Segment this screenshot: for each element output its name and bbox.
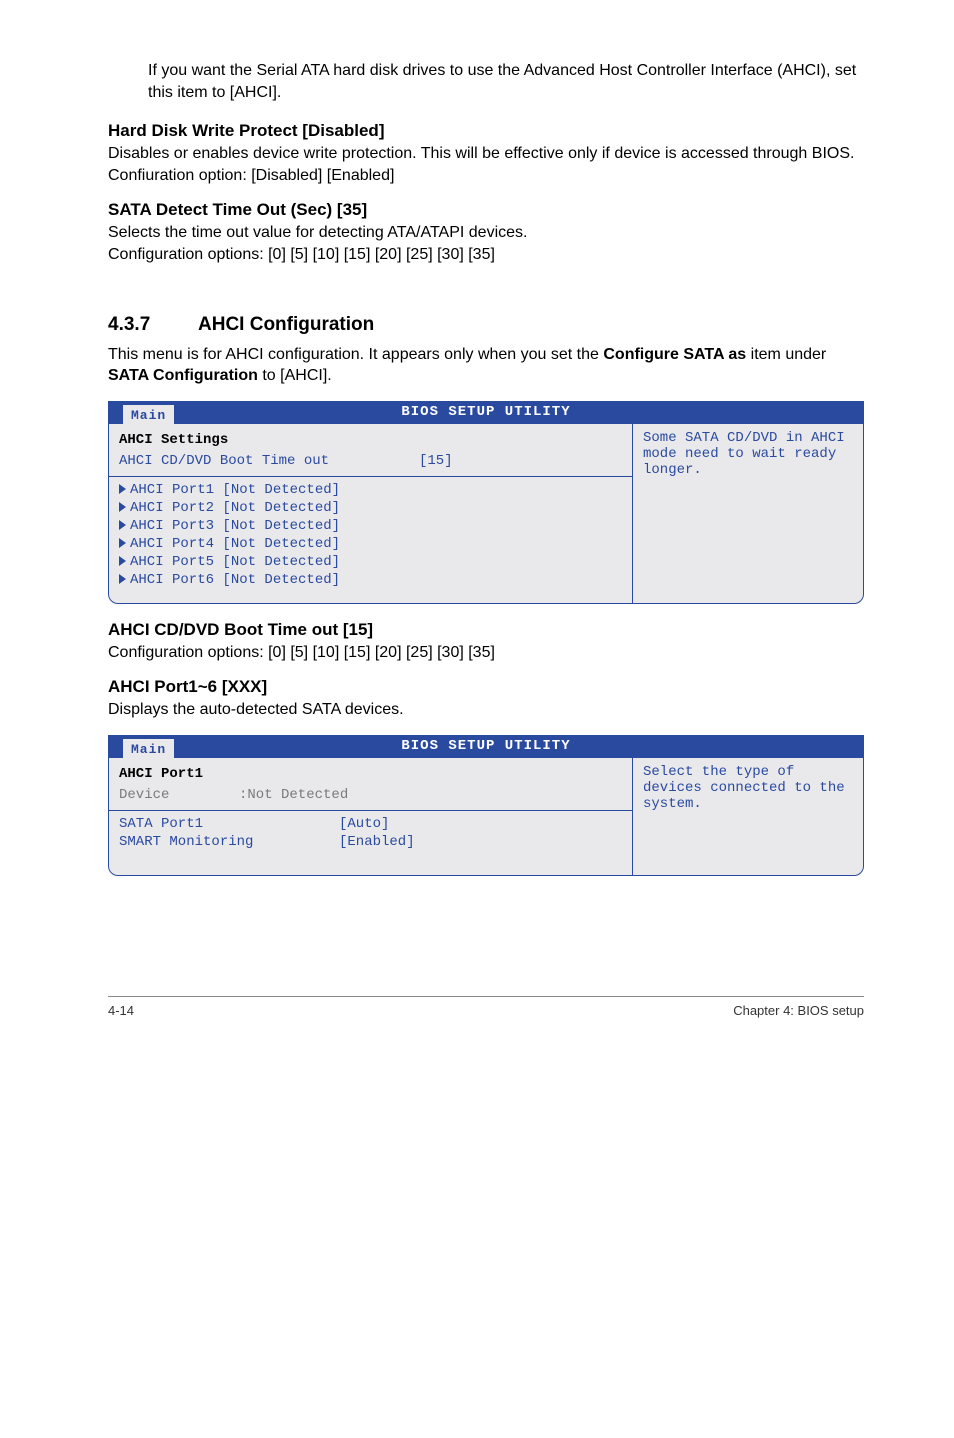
bios-value: [Auto] (339, 816, 622, 832)
bios-submenu-port1[interactable]: AHCI Port1 [Not Detected] (119, 481, 622, 499)
bios-left-pane: AHCI Port1 Device :Not Detected SATA Por… (109, 758, 633, 875)
section-intro-d: SATA Configuration (108, 367, 258, 384)
bios-port-label: AHCI Port2 [Not Detected] (130, 500, 340, 516)
bios-row-boot-timeout[interactable]: AHCI CD/DVD Boot Time out [15] (119, 452, 622, 470)
bios-port-label: AHCI Port1 [Not Detected] (130, 482, 340, 498)
chevron-right-icon (119, 556, 126, 566)
bios-tab-main[interactable]: Main (123, 405, 174, 424)
chevron-right-icon (119, 502, 126, 512)
page-number: 4-14 (108, 1003, 134, 1018)
bios-section-title: AHCI Port1 (119, 764, 622, 786)
divider (109, 476, 632, 477)
chevron-right-icon (119, 538, 126, 548)
bios-panel-ahci-port1: BIOS SETUP UTILITY Main AHCI Port1 Devic… (108, 735, 864, 876)
bios-row-sata-port1[interactable]: SATA Port1 [Auto] (119, 815, 622, 833)
bios-titlebar: BIOS SETUP UTILITY Main (109, 736, 863, 758)
bios-submenu-port3[interactable]: AHCI Port3 [Not Detected] (119, 517, 622, 535)
hd-write-heading: Hard Disk Write Protect [Disabled] (108, 121, 864, 141)
bios-help-pane: Some SATA CD/DVD in AHCI mode need to wa… (633, 424, 863, 603)
bios-title: BIOS SETUP UTILITY (401, 404, 570, 420)
sata-detect-body: Selects the time out value for detecting… (108, 222, 864, 265)
bios-label: Device (119, 787, 239, 803)
chevron-right-icon (119, 484, 126, 494)
ahci-boot-heading: AHCI CD/DVD Boot Time out [15] (108, 620, 864, 640)
bios-port-label: AHCI Port6 [Not Detected] (130, 572, 340, 588)
bios-title: BIOS SETUP UTILITY (401, 738, 570, 754)
bios-tab-main[interactable]: Main (123, 739, 174, 758)
bios-row-device: Device :Not Detected (119, 786, 622, 804)
bios-label: SATA Port1 (119, 816, 339, 832)
section-intro-a: This menu is for AHCI configuration. It … (108, 346, 603, 363)
section-heading: 4.3.7AHCI Configuration (108, 314, 864, 336)
ahci-port-heading: AHCI Port1~6 [XXX] (108, 677, 864, 697)
section-intro-e: to [AHCI]. (258, 367, 332, 384)
bios-value: :Not Detected (239, 787, 622, 803)
divider (109, 810, 632, 811)
bios-submenu-port6[interactable]: AHCI Port6 [Not Detected] (119, 571, 622, 589)
bios-titlebar: BIOS SETUP UTILITY Main (109, 402, 863, 424)
page-footer: 4-14 Chapter 4: BIOS setup (108, 996, 864, 1018)
bios-value: [15] (419, 453, 622, 469)
bios-panel-ahci-settings: BIOS SETUP UTILITY Main AHCI Settings AH… (108, 401, 864, 604)
bios-port-label: AHCI Port5 [Not Detected] (130, 554, 340, 570)
bios-submenu-port2[interactable]: AHCI Port2 [Not Detected] (119, 499, 622, 517)
bios-row-smart-monitoring[interactable]: SMART Monitoring [Enabled] (119, 833, 622, 851)
section-intro-c: item under (746, 346, 826, 363)
chevron-right-icon (119, 520, 126, 530)
section-intro-b: Configure SATA as (603, 346, 746, 363)
ahci-port-body: Displays the auto-detected SATA devices. (108, 699, 864, 721)
bios-help-pane: Select the type of devices connected to … (633, 758, 863, 875)
bios-label: SMART Monitoring (119, 834, 339, 850)
intro-paragraph: If you want the Serial ATA hard disk dri… (148, 60, 864, 103)
ahci-boot-body: Configuration options: [0] [5] [10] [15]… (108, 642, 864, 664)
bios-value: [Enabled] (339, 834, 622, 850)
section-number: 4.3.7 (108, 314, 198, 336)
bios-submenu-port5[interactable]: AHCI Port5 [Not Detected] (119, 553, 622, 571)
bios-left-pane: AHCI Settings AHCI CD/DVD Boot Time out … (109, 424, 633, 603)
bios-port-label: AHCI Port4 [Not Detected] (130, 536, 340, 552)
bios-section-title: AHCI Settings (119, 430, 622, 452)
chevron-right-icon (119, 574, 126, 584)
bios-submenu-port4[interactable]: AHCI Port4 [Not Detected] (119, 535, 622, 553)
hd-write-body: Disables or enables device write protect… (108, 143, 864, 186)
bios-label: AHCI CD/DVD Boot Time out (119, 453, 419, 469)
chapter-label: Chapter 4: BIOS setup (733, 1003, 864, 1018)
sata-detect-heading: SATA Detect Time Out (Sec) [35] (108, 200, 864, 220)
section-intro: This menu is for AHCI configuration. It … (108, 344, 864, 387)
bios-port-label: AHCI Port3 [Not Detected] (130, 518, 340, 534)
section-title: AHCI Configuration (198, 314, 374, 335)
